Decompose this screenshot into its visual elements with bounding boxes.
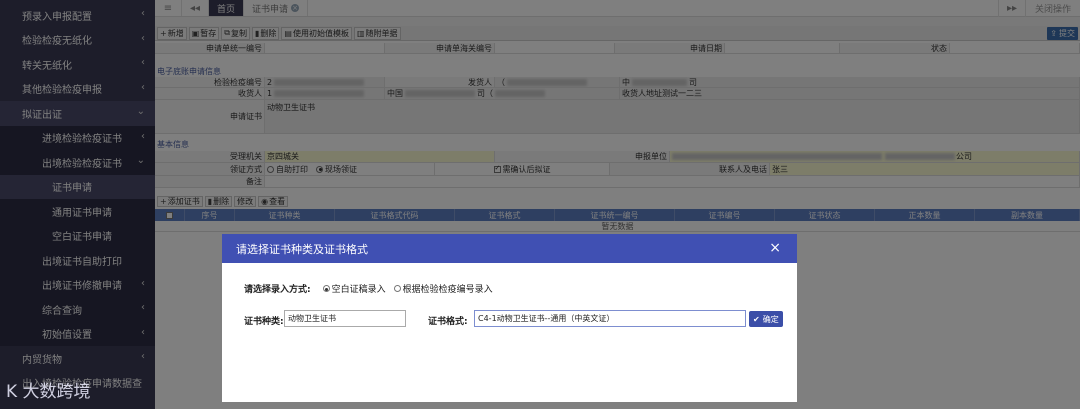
- entry-mode-label: 请选择录入方式:: [244, 285, 311, 295]
- cert-select-dialog: 请选择证书种类及证书格式 × 请选择录入方式: 空白证稿录入 根据检验检疫编号录…: [222, 234, 797, 402]
- radio-label: 空白证稿录入: [331, 285, 386, 295]
- blank-entry-radio[interactable]: [322, 285, 330, 292]
- close-icon[interactable]: ×: [769, 240, 781, 256]
- cert-format-row: 证书格式:: [428, 314, 468, 327]
- check-icon: ✔: [753, 314, 760, 324]
- cert-format-input[interactable]: C4-1动物卫生证书--通用（中英文证）: [474, 310, 746, 327]
- button-label: 确定: [762, 314, 779, 324]
- confirm-button[interactable]: ✔ 确定: [749, 311, 783, 327]
- entry-mode-row: 请选择录入方式: 空白证稿录入 根据检验检疫编号录入: [244, 282, 493, 295]
- cert-type-input[interactable]: 动物卫生证书: [284, 310, 406, 327]
- cert-type-row: 证书种类:: [244, 314, 284, 327]
- cert-type-label: 证书种类:: [244, 317, 284, 327]
- dialog-header: 请选择证书种类及证书格式 ×: [222, 234, 797, 263]
- watermark: K 大数跨境: [6, 382, 91, 402]
- dialog-title: 请选择证书种类及证书格式: [236, 242, 368, 256]
- radio-label: 根据检验检疫编号录入: [402, 285, 493, 295]
- cert-format-label: 证书格式:: [428, 317, 468, 327]
- by-insp-no-radio[interactable]: [393, 285, 401, 292]
